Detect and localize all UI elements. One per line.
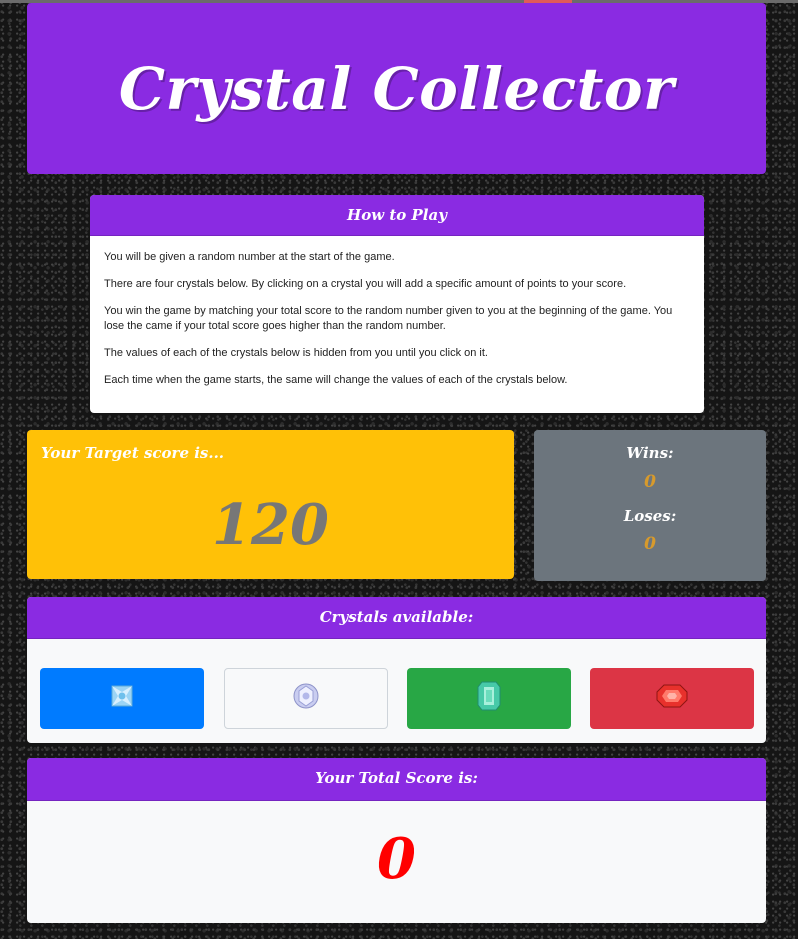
instruction-paragraph: The values of each of the crystals below… [104,347,488,359]
target-score-value: 120 [212,492,329,558]
white-crystal-button[interactable] [224,668,388,729]
how-to-play-card: How to Play You will be given a random n… [90,195,704,413]
stats-card: Wins: 0 Loses: 0 [534,430,766,581]
red-crystal-icon [656,684,688,713]
instruction-paragraph: You will be given a random number at the… [104,251,395,263]
crystals-header: Crystals available: [27,597,766,639]
how-to-play-header: How to Play [90,195,704,236]
blue-crystal-button[interactable] [40,668,204,729]
red-crystal-button[interactable] [590,668,754,729]
title-banner: Crystal Collector [27,3,766,174]
crystals-card: Crystals available: [27,597,766,743]
total-score-header: Your Total Score is: [27,758,766,801]
total-score-card: Your Total Score is: 0 [27,758,766,923]
how-to-play-body: You will be given a random number at the… [90,236,704,388]
instruction-paragraph: There are four crystals below. By clicki… [104,278,627,290]
white-crystal-icon [292,682,320,715]
loses-count: 0 [644,534,656,554]
target-score-label: Your Target score is... [41,444,225,462]
loses-label: Loses: [623,507,677,525]
target-score-card: Your Target score is... 120 [27,430,514,579]
green-crystal-icon [477,681,501,716]
total-score-value: 0 [377,826,416,892]
blue-crystal-icon [109,683,135,714]
instruction-paragraph: You win the game by matching your total … [104,305,673,332]
green-crystal-button[interactable] [407,668,571,729]
instruction-paragraph: Each time when the game starts, the same… [104,374,568,386]
page-title: Crystal Collector [118,54,675,123]
wins-label: Wins: [626,444,674,462]
wins-count: 0 [644,472,656,492]
